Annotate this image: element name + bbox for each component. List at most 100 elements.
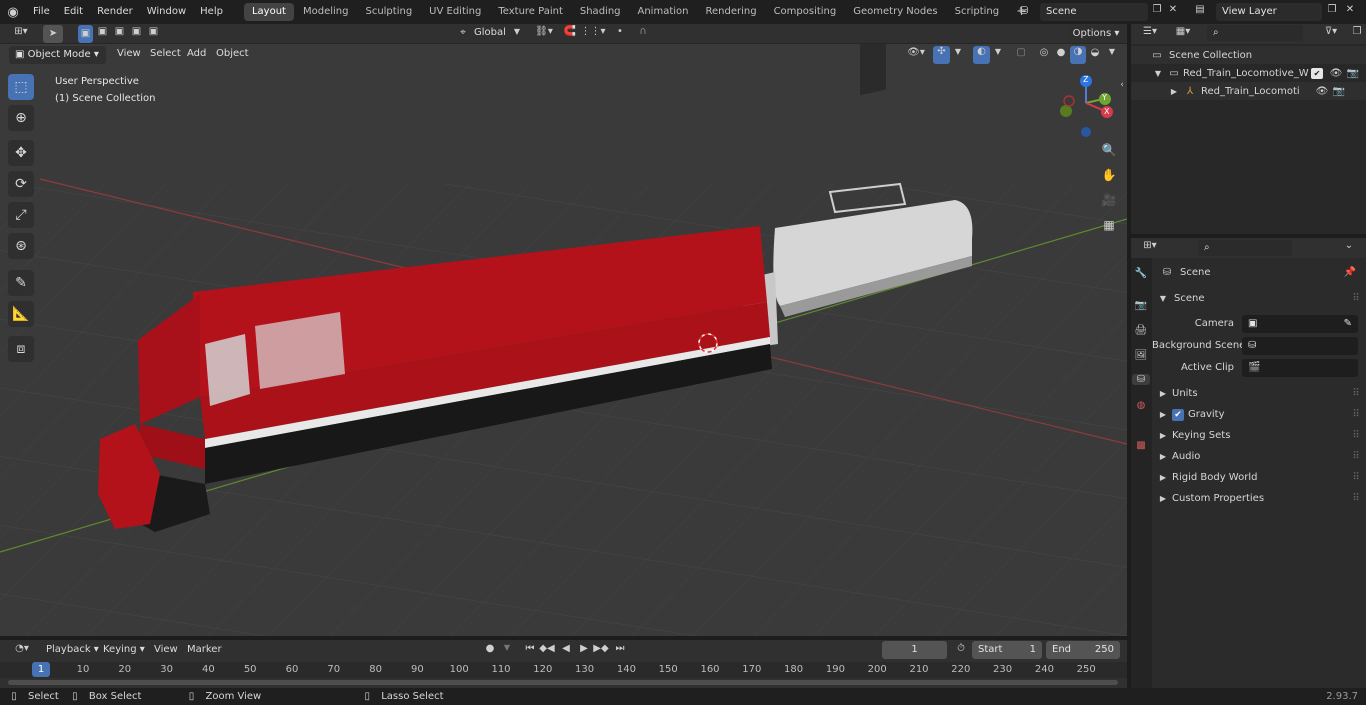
background-scene-field[interactable]: ⛁ <box>1242 336 1358 355</box>
select-intersect-icon[interactable]: ▣ <box>146 26 161 37</box>
pivot-point-icon[interactable]: ⛓▾ <box>531 26 557 37</box>
proportional-editing-icon[interactable]: • <box>612 26 628 37</box>
scene-icon[interactable]: ⛁ <box>1013 4 1035 17</box>
drag-handle-icon[interactable]: ⠿ <box>1350 472 1362 483</box>
active-clip-field[interactable]: 🎬 <box>1242 358 1358 377</box>
select-invert-icon[interactable]: ▣ <box>129 26 144 37</box>
view-layer-tab-icon[interactable]: 🖼 <box>1132 350 1150 361</box>
material-preview-icon[interactable]: ◑ <box>1070 46 1086 64</box>
expand-arrow-icon[interactable]: ▶ <box>1169 87 1179 96</box>
timeline-menu-keying[interactable]: Keying ▾ <box>96 638 152 662</box>
prev-keyframe-icon[interactable]: ◆◀ <box>539 643 555 654</box>
shading-dropdown-icon[interactable]: ▼ <box>1106 47 1118 56</box>
cursor-tool[interactable]: ⊕ <box>8 105 34 131</box>
timeline-menu-marker[interactable]: Marker <box>180 638 229 662</box>
outliner-row-scene-collection[interactable]: ▭ Scene Collection <box>1131 46 1366 64</box>
expand-arrow-icon[interactable]: ▼ <box>1153 69 1163 78</box>
new-view-layer-icon[interactable]: ❐ <box>1325 4 1339 15</box>
units-panel-header[interactable]: ▶ Units ⠿ <box>1152 383 1366 404</box>
solid-shading-icon[interactable]: ● <box>1053 47 1069 58</box>
start-frame-field[interactable]: Start 1 <box>972 641 1042 659</box>
tab-compositing[interactable]: Compositing <box>766 3 845 21</box>
outliner-row-item[interactable]: ▶ ⅄ Red_Train_Locomotive_V 👁 📷 <box>1131 82 1366 100</box>
transform-tool[interactable]: ⊛ <box>8 233 34 259</box>
visibility-filter-icon[interactable]: 👁▾ <box>903 47 929 58</box>
exclude-checkbox-icon[interactable]: ✔ <box>1311 67 1323 79</box>
eyedropper-icon[interactable]: ✎ <box>1344 315 1352 333</box>
audio-panel-header[interactable]: ▶ Audio ⠿ <box>1152 446 1366 467</box>
drag-handle-icon[interactable]: ⠿ <box>1350 293 1362 304</box>
play-reverse-icon[interactable]: ◀ <box>558 643 574 654</box>
gravity-panel-header[interactable]: ▶ ✔ Gravity ⠿ <box>1152 404 1366 425</box>
play-icon[interactable]: ▶ <box>576 643 592 654</box>
object-mode-dropdown[interactable]: ▣ Object Mode ▾ <box>9 46 106 64</box>
select-subtract-icon[interactable]: ▣ <box>112 26 127 37</box>
show-overlays-icon[interactable]: ◐ <box>973 46 990 64</box>
outliner-search-input[interactable]: ⌕ <box>1207 25 1303 41</box>
select-box-tool[interactable]: ⬚ <box>8 74 34 100</box>
camera-field[interactable]: ▣ ✎ <box>1242 314 1358 333</box>
tab-shading[interactable]: Shading <box>572 3 629 21</box>
falloff-icon[interactable]: ∩ <box>630 26 656 37</box>
custom-properties-panel-header[interactable]: ▶ Custom Properties ⠿ <box>1152 488 1366 509</box>
display-mode-icon[interactable]: ▦▾ <box>1170 26 1196 37</box>
tab-rendering[interactable]: Rendering <box>697 3 764 21</box>
drag-handle-icon[interactable]: ⠿ <box>1350 430 1362 441</box>
select-extend-icon[interactable]: ▣ <box>95 26 110 37</box>
world-tab-icon[interactable]: ◍ <box>1132 400 1150 411</box>
scene-tab-icon[interactable]: ⛁ <box>1132 374 1150 385</box>
tab-scripting[interactable]: Scripting <box>947 3 1007 21</box>
render-tab-icon[interactable]: 📷 <box>1132 300 1150 311</box>
outliner-editor-type-icon[interactable]: ☰▾ <box>1137 26 1163 37</box>
jump-end-icon[interactable]: ⏭ <box>612 643 628 654</box>
blender-logo-icon[interactable]: ◉ <box>0 5 26 20</box>
render-camera-icon[interactable]: 📷 <box>1345 68 1361 79</box>
jump-start-icon[interactable]: ⏮ <box>522 643 538 654</box>
render-camera-icon[interactable]: 📷 <box>1331 86 1347 97</box>
keying-sets-panel-header[interactable]: ▶ Keying Sets ⠿ <box>1152 425 1366 446</box>
properties-search-input[interactable]: ⌕ <box>1198 240 1292 256</box>
next-keyframe-icon[interactable]: ▶◆ <box>593 643 609 654</box>
scene-name-field[interactable]: Scene <box>1040 3 1148 21</box>
tab-uv-editing[interactable]: UV Editing <box>421 3 489 21</box>
view-layer-icon[interactable]: ▤ <box>1189 4 1211 15</box>
select-tool-icon[interactable]: ➤ <box>43 25 63 43</box>
drag-handle-icon[interactable]: ⠿ <box>1350 493 1362 504</box>
rendered-shading-icon[interactable]: ◒ <box>1087 47 1103 58</box>
properties-editor-type-icon[interactable]: ⊞▾ <box>1137 240 1163 251</box>
scene-panel-header[interactable]: ▼ Scene ⠿ <box>1152 288 1366 309</box>
measure-tool[interactable]: 📐 <box>8 301 34 327</box>
xray-icon[interactable]: ▢ <box>1013 47 1029 58</box>
delete-scene-icon[interactable]: ✕ <box>1167 4 1179 15</box>
new-scene-icon[interactable]: ❐ <box>1150 4 1164 15</box>
wireframe-shading-icon[interactable]: ◎ <box>1036 47 1052 58</box>
tool-tab-icon[interactable]: 🔧 <box>1132 268 1150 279</box>
tab-geometry-nodes[interactable]: Geometry Nodes <box>845 3 945 21</box>
show-gizmo-icon[interactable]: ✣ <box>933 46 950 64</box>
viewport-menu-object[interactable]: Object <box>209 42 256 66</box>
menu-file[interactable]: File <box>26 0 57 24</box>
new-collection-icon[interactable]: ❐ <box>1350 26 1364 37</box>
current-frame-field[interactable]: 1 <box>882 641 947 659</box>
keyframe-dropdown-icon[interactable]: ▼ <box>501 643 513 652</box>
scale-tool[interactable]: ⤢ <box>8 202 34 228</box>
menu-window[interactable]: Window <box>140 0 193 24</box>
add-cube-tool[interactable]: ⧈ <box>8 336 34 362</box>
perspective-toggle-icon[interactable]: ▦ <box>1099 218 1119 232</box>
navigation-gizmo[interactable]: Z Y X <box>1055 73 1117 139</box>
zoom-icon[interactable]: 🔍 <box>1099 143 1119 157</box>
sidebar-toggle-icon[interactable]: ‹ <box>1117 80 1127 90</box>
visibility-eye-icon[interactable]: 👁 <box>1313 86 1331 97</box>
drag-handle-icon[interactable]: ⠿ <box>1350 451 1362 462</box>
gizmo-dropdown-icon[interactable]: ▼ <box>952 47 964 56</box>
pin-icon[interactable]: 📌 <box>1342 267 1358 278</box>
move-tool[interactable]: ✥ <box>8 140 34 166</box>
tab-modeling[interactable]: Modeling <box>295 3 357 21</box>
properties-options-icon[interactable]: ⌄ <box>1340 240 1358 251</box>
delete-view-layer-icon[interactable]: ✕ <box>1344 4 1356 15</box>
tab-animation[interactable]: Animation <box>630 3 697 21</box>
drag-handle-icon[interactable]: ⠿ <box>1350 409 1362 420</box>
output-tab-icon[interactable]: 🖨 <box>1132 325 1150 336</box>
gravity-checkbox[interactable]: ✔ <box>1172 408 1184 421</box>
drag-handle-icon[interactable]: ⠿ <box>1350 388 1362 399</box>
